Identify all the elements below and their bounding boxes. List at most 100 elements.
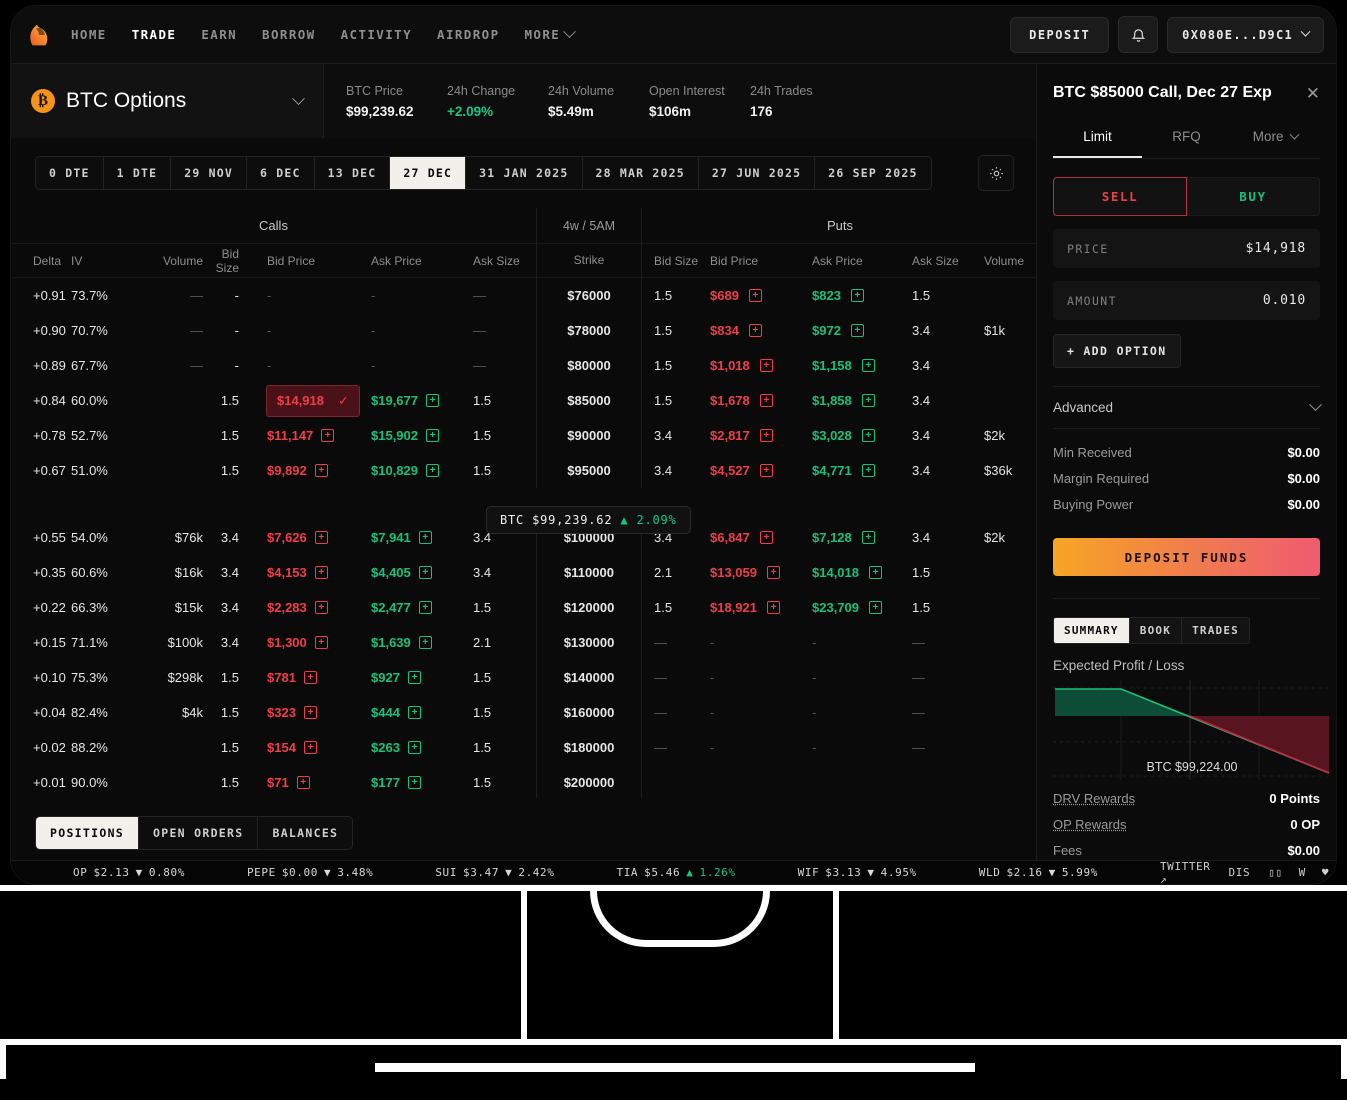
bottom-tab-positions[interactable]: POSITIONS [36, 817, 140, 849]
discord-link[interactable]: DIS [1229, 866, 1251, 879]
call-bid-price-cell[interactable]: $9,892 + [257, 463, 363, 478]
close-icon[interactable]: ✕ [1306, 85, 1320, 102]
call-bid-price-cell[interactable]: $7,626 + [257, 530, 363, 545]
add-put-bid-icon[interactable]: + [759, 464, 773, 477]
nav-link-activity[interactable]: ACTIVITY [341, 27, 412, 42]
ticker-item-wld[interactable]: WLD $2.16 ▼ 5.99% [979, 866, 1098, 879]
call-ask-price-cell[interactable]: $2,477 + [363, 600, 473, 615]
call-bid-price-cell[interactable]: - [257, 358, 363, 373]
advanced-section-toggle[interactable]: Advanced [1053, 386, 1322, 429]
put-bid-price-cell[interactable]: $4,527 + [710, 463, 812, 478]
add-ask-icon[interactable]: + [426, 464, 439, 477]
put-bid-price-cell[interactable]: $13,059 + [710, 565, 812, 580]
put-ask-price-cell[interactable]: $1,158 + [812, 358, 912, 373]
call-bid-price-cell[interactable]: $11,147 + [257, 428, 363, 443]
chain-row[interactable]: +0.89 67.7% — - - - — $80000 1.5 $1,018 + $1,158 +3.… [11, 348, 1038, 383]
summary-tab-trades[interactable]: TRADES [1181, 617, 1250, 644]
chain-row[interactable]: +0.90 70.7% — - - - — $78000 1.5 $834 + $972 +3.4 $1k [11, 313, 1038, 348]
add-ask-icon[interactable]: + [407, 706, 421, 719]
add-put-ask-icon[interactable]: + [861, 464, 875, 477]
call-bid-price-cell[interactable]: - [257, 323, 363, 338]
add-ask-icon[interactable]: + [418, 601, 432, 614]
expiry-tab-28-mar-2025[interactable]: 28 MAR 2025 [582, 157, 699, 189]
market-selector[interactable]: ₿ BTC Options [11, 64, 324, 138]
summary-tab-summary[interactable]: SUMMARY [1053, 617, 1129, 644]
chain-row[interactable]: +0.91 73.7% — - - - — $76000 1.5 $689 + $823 +1.5 [11, 278, 1038, 313]
add-bid-icon[interactable]: + [321, 429, 335, 442]
nav-link-airdrop[interactable]: AIRDROP [437, 27, 499, 42]
book-icon[interactable]: ▯▯ [1268, 866, 1282, 879]
bottom-tab-balances[interactable]: BALANCES [258, 817, 353, 849]
call-ask-price-cell[interactable]: - [363, 358, 473, 373]
w-icon[interactable]: W [1299, 866, 1306, 879]
wallet-address-button[interactable]: 0X080E...D9C1 [1167, 16, 1324, 53]
put-bid-price-cell[interactable]: - [710, 670, 812, 685]
add-put-ask-icon[interactable]: + [861, 429, 875, 442]
put-bid-price-cell[interactable]: $1,018 + [710, 358, 812, 373]
call-bid-price-cell[interactable]: $2,283 + [257, 600, 363, 615]
ticker-item-pepe[interactable]: PEPE $0.00 ▼ 3.48% [247, 866, 373, 879]
put-bid-price-cell[interactable]: $6,847 + [710, 530, 812, 545]
nav-link-earn[interactable]: EARN [201, 27, 237, 42]
call-ask-price-cell[interactable]: $4,405 + [363, 565, 473, 580]
add-put-bid-icon[interactable]: + [748, 289, 762, 302]
put-ask-price-cell[interactable]: $3,028 + [812, 428, 912, 443]
sell-button[interactable]: SELL [1053, 177, 1187, 216]
add-put-ask-icon[interactable]: + [850, 324, 864, 337]
chain-row[interactable]: +0.04 82.4% $4k 1.5 $323 + $444 +1.5 $160000 — - - — [11, 695, 1038, 730]
chain-row[interactable]: +0.02 88.2% 1.5 $154 + $263 +1.5 $180000 — - - — [11, 730, 1038, 765]
chain-row[interactable]: +0.78 52.7% 1.5 $11,147 + $15,902 +1.5 $90000 3.… [11, 418, 1038, 453]
put-ask-price-cell[interactable]: $823 + [812, 288, 912, 303]
add-option-button[interactable]: + ADD OPTION [1053, 334, 1181, 368]
price-input[interactable]: PRICE $14,918 [1053, 229, 1320, 268]
expiry-tab-27-jun-2025[interactable]: 27 JUN 2025 [698, 157, 816, 189]
put-bid-price-cell[interactable]: - [710, 635, 812, 650]
add-bid-icon[interactable]: + [314, 636, 328, 649]
put-bid-price-cell[interactable]: $1,678 + [710, 393, 812, 408]
chain-row[interactable]: +0.35 60.6% $16k 3.4 $4,153 + $4,405 +3.4 $11000… [11, 555, 1038, 590]
expiry-tab-26-sep-2025[interactable]: 26 SEP 2025 [815, 157, 931, 189]
put-ask-price-cell[interactable]: - [812, 740, 912, 755]
expiry-tab-0-dte[interactable]: 0 DTE [36, 157, 104, 189]
expiry-tab-31-jan-2025[interactable]: 31 JAN 2025 [466, 157, 583, 189]
call-bid-price-cell[interactable]: $4,153 + [257, 565, 363, 580]
add-put-bid-icon[interactable]: + [759, 394, 773, 407]
put-ask-price-cell[interactable]: $7,128 + [812, 530, 912, 545]
ticker-item-wif[interactable]: WIF $3.13 ▼ 4.95% [798, 866, 917, 879]
call-ask-price-cell[interactable]: $15,902 + [363, 428, 473, 443]
call-ask-price-cell[interactable]: $19,677 + [363, 393, 473, 408]
add-bid-icon[interactable]: + [314, 531, 328, 544]
deposit-button[interactable]: DEPOSIT [1010, 16, 1110, 53]
add-put-bid-icon[interactable]: + [767, 566, 780, 579]
add-bid-icon[interactable]: + [296, 776, 310, 789]
chain-row[interactable]: +0.10 75.3% $298k 1.5 $781 + $927 +1.5 $140000 — -… [11, 660, 1038, 695]
call-ask-price-cell[interactable]: $7,941 + [363, 530, 473, 545]
expiry-tab-27-dec[interactable]: 27 DEC [390, 157, 467, 189]
tab-rfq[interactable]: RFQ [1142, 120, 1231, 158]
add-ask-icon[interactable]: + [407, 671, 421, 684]
put-ask-price-cell[interactable]: $4,771 + [812, 463, 912, 478]
add-bid-icon[interactable]: + [303, 671, 317, 684]
settings-gear-button[interactable] [978, 155, 1014, 191]
add-bid-icon[interactable]: + [303, 706, 317, 719]
horse-logo-icon[interactable] [25, 20, 55, 50]
nav-link-borrow[interactable]: BORROW [262, 27, 316, 42]
chain-row[interactable]: +0.22 66.3% $15k 3.4 $2,283 + $2,477 +1.5 $12000… [11, 590, 1038, 625]
add-ask-icon[interactable]: + [418, 531, 432, 544]
call-ask-price-cell[interactable]: $263 + [363, 740, 473, 755]
call-bid-price-cell[interactable]: $71 + [257, 775, 363, 790]
put-bid-price-cell[interactable]: - [710, 705, 812, 720]
amount-input[interactable]: AMOUNT 0.010 [1053, 281, 1320, 320]
ticker-item-sui[interactable]: SUI $3.47 ▼ 2.42% [435, 866, 554, 879]
add-put-bid-icon[interactable]: + [767, 601, 780, 614]
add-ask-icon[interactable]: + [418, 566, 432, 579]
add-put-ask-icon[interactable]: + [850, 289, 864, 302]
dove-icon[interactable]: ♥ [1322, 866, 1329, 879]
put-bid-price-cell[interactable]: $689 + [710, 288, 812, 303]
add-put-ask-icon[interactable]: + [861, 531, 875, 544]
add-ask-icon[interactable]: + [407, 776, 421, 789]
expiry-tab-6-dec[interactable]: 6 DEC [247, 157, 315, 189]
add-ask-icon[interactable]: + [426, 394, 439, 407]
tab-more[interactable]: More [1231, 120, 1320, 158]
add-ask-icon[interactable]: + [407, 741, 421, 754]
